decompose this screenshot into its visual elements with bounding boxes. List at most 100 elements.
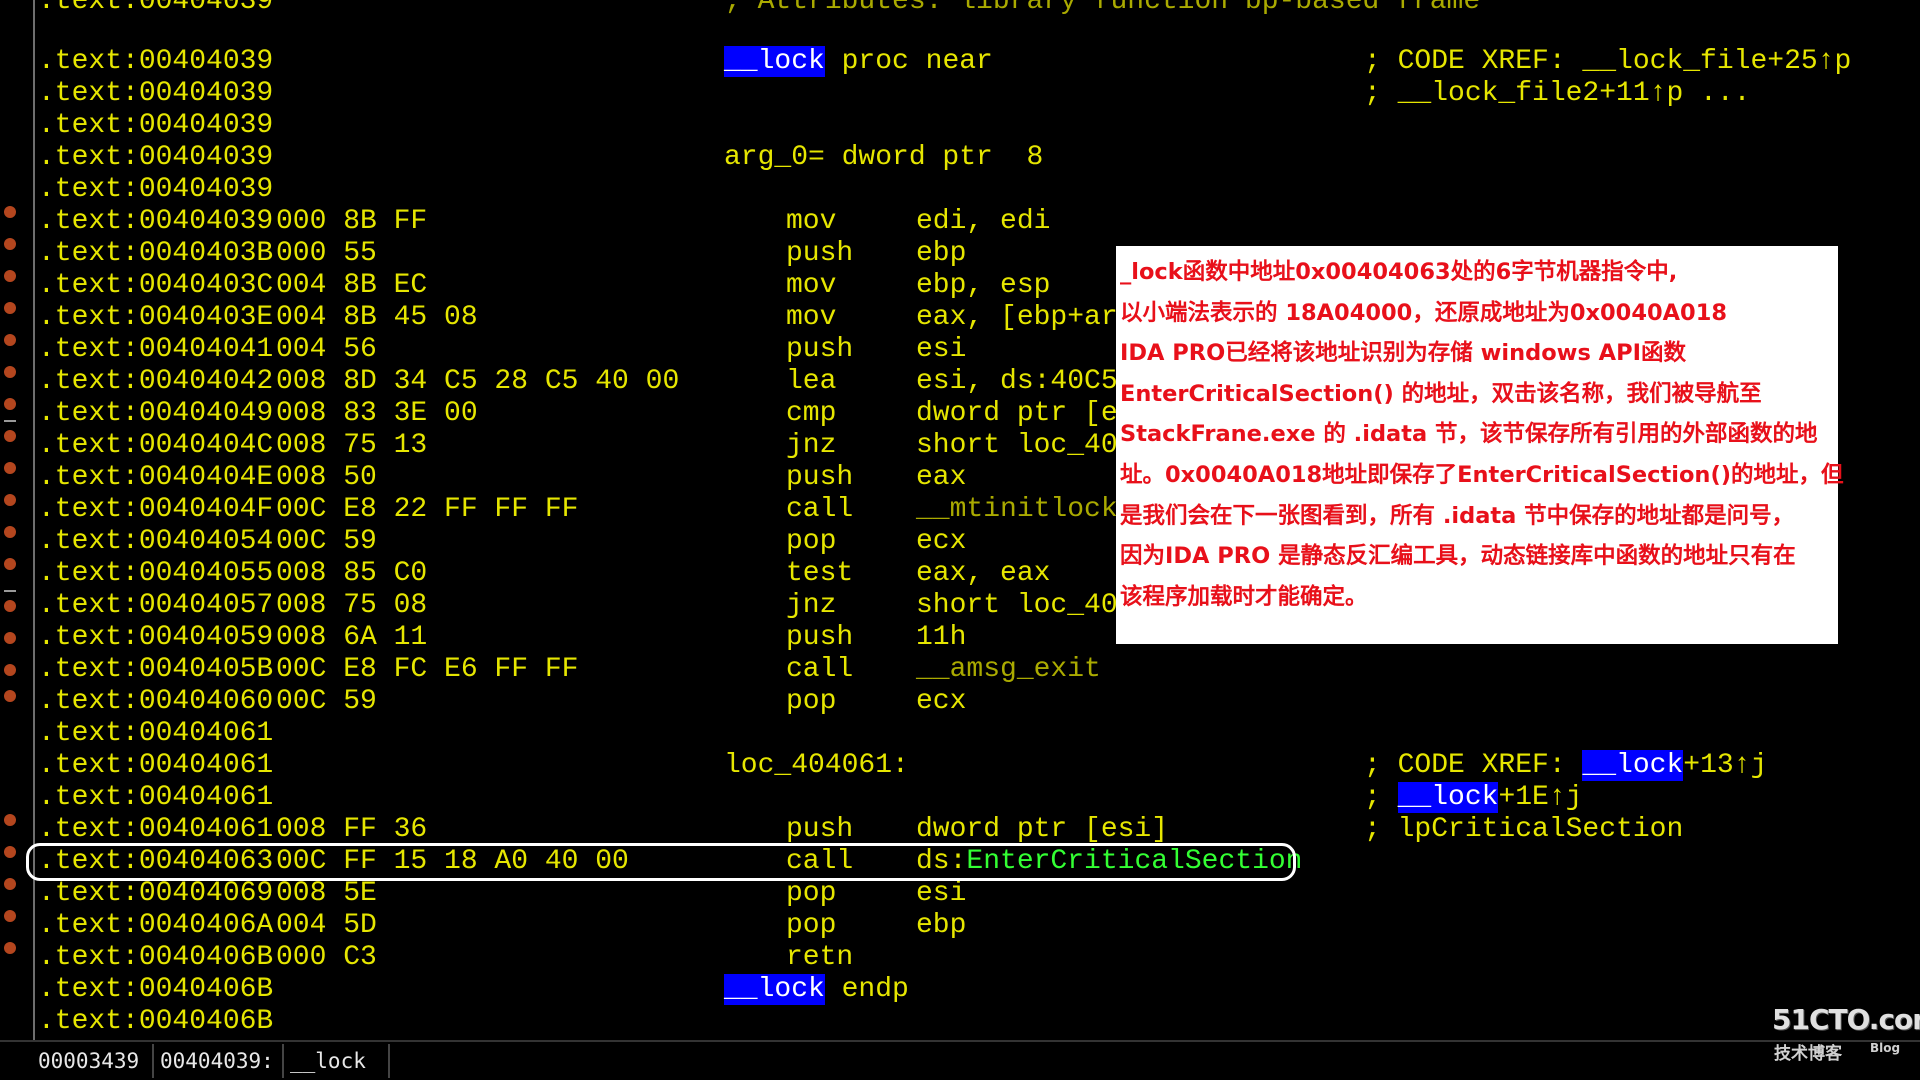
import-name[interactable]: EnterCriticalSection — [966, 846, 1302, 877]
xref-comment[interactable]: ; __lock+1E↑j — [1364, 782, 1582, 814]
operands[interactable]: ebp — [916, 238, 966, 270]
listing-row[interactable]: .text:00404039 __lock proc near ; CODE X… — [0, 46, 1920, 78]
mnemonic[interactable]: push — [786, 814, 853, 846]
proc-start[interactable]: __lock proc near — [724, 46, 993, 78]
xref-comment[interactable]: ; __lock_file2+11↑p ... — [1364, 78, 1750, 110]
listing-row[interactable]: .text:00404060 00C 59 pop ecx — [0, 686, 1920, 718]
address: .text:0040406B — [38, 974, 274, 1005]
stack-var-def[interactable]: arg_0= dword ptr 8 — [724, 142, 1043, 174]
address: .text:00404061 — [38, 782, 274, 813]
operands[interactable]: dword ptr [es — [916, 398, 1134, 430]
operands[interactable]: ebp — [916, 910, 966, 942]
listing-row[interactable]: .text:00404039 ; Attributes: library fun… — [0, 0, 1920, 18]
proc-name[interactable]: __lock — [724, 974, 825, 1005]
mnemonic[interactable]: jnz — [786, 590, 836, 622]
proc-end[interactable]: __lock endp — [724, 974, 909, 1006]
listing-row[interactable]: .text:00404039 000 8B FF mov edi, edi — [0, 206, 1920, 238]
annotation-line: 因为IDA PRO 是静态反汇编工具，动态链接库中函数的地址只有在 — [1120, 543, 1796, 570]
operands[interactable]: __mtinitlockn — [916, 494, 1134, 526]
mnemonic[interactable]: pop — [786, 910, 836, 942]
mnemonic[interactable]: pop — [786, 686, 836, 718]
proc-name[interactable]: __lock — [724, 46, 825, 77]
mnemonic[interactable]: call — [786, 846, 853, 878]
operands[interactable]: esi — [916, 334, 966, 366]
listing-row[interactable]: .text:00404039 ; __lock_file2+11↑p ... — [0, 78, 1920, 110]
mnemonic[interactable]: call — [786, 654, 853, 686]
proc-directive: endp — [824, 974, 909, 1005]
address: .text:00404057 — [38, 590, 274, 621]
mnemonic[interactable]: call — [786, 494, 853, 526]
xref-target[interactable]: __lock — [1582, 750, 1684, 781]
address: .text:00404054 — [38, 526, 274, 557]
mnemonic[interactable]: mov — [786, 302, 836, 334]
operands[interactable]: dword ptr [esi] — [916, 814, 1168, 846]
listing-row[interactable]: .text:00404039 arg_0= dword ptr 8 — [0, 142, 1920, 174]
address: .text:0040404F — [38, 494, 274, 525]
address: .text:00404069 — [38, 878, 274, 909]
mnemonic[interactable]: push — [786, 334, 853, 366]
listing-row[interactable]: .text:00404061 008 FF 36 push dword ptr … — [0, 814, 1920, 846]
operands[interactable]: ebp, esp — [916, 270, 1050, 302]
address: .text:0040406B — [38, 942, 274, 973]
opcode-bytes: 008 85 C0 — [276, 558, 428, 589]
mnemonic[interactable]: mov — [786, 206, 836, 238]
opcode-bytes: 004 8B 45 08 — [276, 302, 478, 333]
mnemonic[interactable]: test — [786, 558, 853, 590]
opcode-bytes: 008 50 — [276, 462, 377, 493]
address: .text:00404059 — [38, 622, 274, 653]
operands[interactable]: edi, edi — [916, 206, 1050, 238]
operands[interactable]: eax, [ebp+arg — [916, 302, 1134, 334]
address: .text:00404049 — [38, 398, 274, 429]
mnemonic[interactable]: mov — [786, 270, 836, 302]
watermark-blog: Blog — [1870, 1041, 1901, 1055]
mnemonic[interactable]: push — [786, 462, 853, 494]
operands[interactable]: short loc_404 — [916, 590, 1134, 622]
annotation-line: IDA PRO已经将该地址识别为存储 windows API函数 — [1120, 340, 1686, 367]
code-label[interactable]: loc_404061: — [724, 750, 909, 782]
operands[interactable]: ecx — [916, 526, 966, 558]
opcode-bytes: 008 8D 34 C5 28 C5 40 00 — [276, 366, 680, 397]
listing-row[interactable]: .text:00404061 — [0, 718, 1920, 750]
mnemonic[interactable]: retn — [786, 942, 853, 974]
operands[interactable]: esi — [916, 878, 966, 910]
operands[interactable]: ecx — [916, 686, 966, 718]
operands[interactable]: 11h — [916, 622, 966, 654]
listing-row[interactable]: .text:0040406A 004 5D pop ebp — [0, 910, 1920, 942]
address: .text:00404041 — [38, 334, 274, 365]
address: .text:0040403E — [38, 302, 274, 333]
mnemonic[interactable]: push — [786, 622, 853, 654]
opcode-bytes: 000 C3 — [276, 942, 377, 973]
opcode-bytes: 008 5E — [276, 878, 377, 909]
address: .text:00404039 — [38, 46, 274, 77]
xref-comment[interactable]: ; CODE XREF: __lock+13↑j — [1364, 750, 1767, 782]
mnemonic[interactable]: lea — [786, 366, 836, 398]
listing-row[interactable]: .text:00404039 — [0, 174, 1920, 206]
mnemonic[interactable]: jnz — [786, 430, 836, 462]
listing-row-highlighted[interactable]: .text:00404063 00C FF 15 18 A0 40 00 cal… — [0, 846, 1920, 878]
opcode-bytes: 008 75 08 — [276, 590, 428, 621]
listing-row[interactable]: .text:0040406B __lock endp — [0, 974, 1920, 1006]
listing-row[interactable]: .text:00404061 ; __lock+1E↑j — [0, 782, 1920, 814]
operands[interactable]: __amsg_exit — [916, 654, 1101, 686]
mnemonic[interactable]: push — [786, 238, 853, 270]
mnemonic[interactable]: pop — [786, 526, 836, 558]
listing-row[interactable]: .text:0040406B — [0, 1006, 1920, 1038]
address: .text:00404063 — [38, 846, 274, 877]
opcode-bytes: 00C E8 22 FF FF FF — [276, 494, 579, 525]
operands[interactable]: eax — [916, 462, 966, 494]
operands[interactable]: eax, eax — [916, 558, 1050, 590]
operands[interactable]: ds:EnterCriticalSection — [916, 846, 1302, 878]
listing-row[interactable]: .text:0040405B 00C E8 FC E6 FF FF call _… — [0, 654, 1920, 686]
address: .text:0040406B — [38, 1006, 274, 1037]
listing-row[interactable]: .text:00404039 — [0, 110, 1920, 142]
xref-target[interactable]: __lock — [1397, 782, 1499, 813]
mnemonic[interactable]: pop — [786, 878, 836, 910]
operands[interactable]: short loc_404 — [916, 430, 1134, 462]
listing-row[interactable]: .text:0040406B 000 C3 retn — [0, 942, 1920, 974]
listing-row[interactable]: .text:00404061 loc_404061: ; CODE XREF: … — [0, 750, 1920, 782]
mnemonic[interactable]: cmp — [786, 398, 836, 430]
listing-row[interactable]: .text:00404069 008 5E pop esi — [0, 878, 1920, 910]
xref-comment[interactable]: ; CODE XREF: __lock_file+25↑p — [1364, 46, 1851, 78]
opcode-bytes: 00C FF 15 18 A0 40 00 — [276, 846, 629, 877]
operands[interactable]: esi, ds:40C52 — [916, 366, 1134, 398]
